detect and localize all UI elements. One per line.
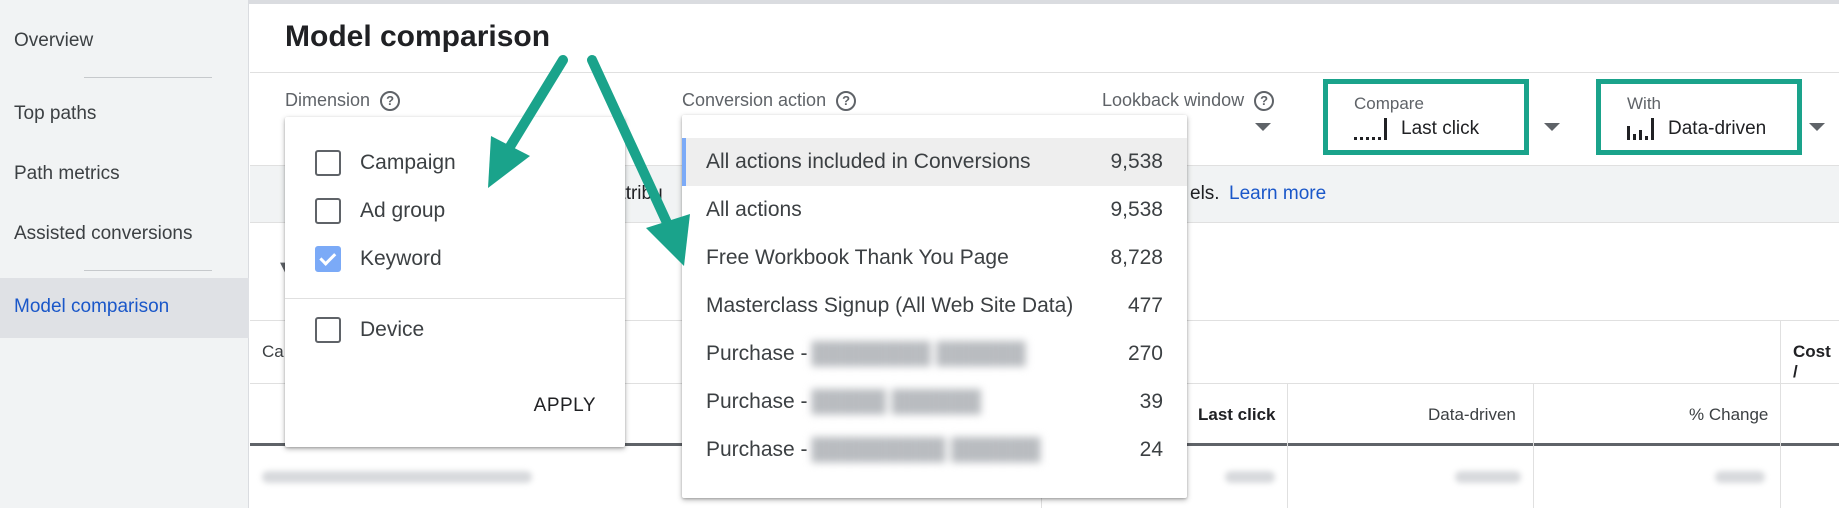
with-value-text: Data-driven bbox=[1668, 118, 1767, 139]
conversion-option[interactable]: Masterclass Signup (All Web Site Data) 4… bbox=[682, 282, 1187, 330]
popup-divider bbox=[285, 298, 625, 299]
conversion-option[interactable]: Free Workbook Thank You Page 8,728 bbox=[682, 234, 1187, 282]
dimension-option-keyword[interactable]: Keyword bbox=[315, 246, 442, 272]
column-header-last-click[interactable]: Last click bbox=[1198, 405, 1276, 425]
sidebar-divider bbox=[84, 77, 212, 78]
conversion-option-count: 8,728 bbox=[1110, 246, 1163, 269]
compare-value-text: Last click bbox=[1401, 118, 1480, 139]
conversion-option-name: Masterclass Signup (All Web Site Data) bbox=[706, 294, 1074, 317]
redacted-text: █████ ██████ bbox=[811, 390, 982, 413]
conversion-label-text: Conversion action bbox=[682, 90, 827, 110]
conversion-option-count: 39 bbox=[1139, 390, 1163, 413]
help-icon[interactable]: ? bbox=[1254, 90, 1275, 111]
lookback-label-text: Lookback window bbox=[1102, 90, 1245, 110]
conversion-option-count: 270 bbox=[1127, 342, 1163, 365]
top-border bbox=[0, 0, 1839, 4]
lookback-dropdown-caret-icon[interactable] bbox=[1255, 123, 1271, 131]
apply-button[interactable]: APPLY bbox=[534, 395, 596, 417]
with-dropdown-caret-icon[interactable] bbox=[1809, 123, 1825, 131]
sidebar-divider bbox=[84, 270, 212, 271]
compare-dropdown-caret-icon[interactable] bbox=[1544, 123, 1560, 131]
redacted-cell bbox=[1455, 471, 1521, 483]
compare-value: Last click bbox=[1354, 118, 1479, 140]
conversion-action-popup: All actions included in Conversions 9,53… bbox=[682, 115, 1187, 498]
redacted-text: ████████ ██████ bbox=[811, 342, 1026, 365]
checkbox[interactable] bbox=[315, 150, 341, 176]
sidebar-item-model-comparison[interactable]: Model comparison bbox=[14, 296, 169, 318]
data-driven-model-icon bbox=[1627, 118, 1654, 140]
column-divider bbox=[1780, 320, 1781, 508]
sidebar: Overview Top paths Path metrics Assisted… bbox=[0, 0, 249, 508]
option-label: Campaign bbox=[360, 151, 456, 174]
learn-more-link[interactable]: Learn more bbox=[1229, 183, 1326, 205]
option-label: Keyword bbox=[360, 247, 442, 270]
conversion-option-name: Purchase - ████████ ██████ bbox=[706, 342, 1026, 365]
conversion-option[interactable]: Purchase - █████████ ██████ 24 bbox=[682, 426, 1187, 474]
conversion-option[interactable]: Purchase - █████ ██████ 39 bbox=[682, 378, 1187, 426]
checkbox[interactable] bbox=[315, 198, 341, 224]
option-label: Device bbox=[360, 318, 425, 341]
conversion-option-name: Purchase - █████ ██████ bbox=[706, 390, 982, 413]
checkbox-checked[interactable] bbox=[315, 246, 341, 272]
dimension-popup: Campaign Ad group Keyword Device APPLY bbox=[285, 117, 625, 447]
with-label: With bbox=[1627, 94, 1661, 113]
with-value: Data-driven bbox=[1627, 118, 1766, 140]
notice-text-fragment: els. bbox=[1190, 183, 1220, 204]
conversion-filter-label[interactable]: Conversion action ? bbox=[682, 90, 857, 111]
redacted-text: █████████ ██████ bbox=[811, 438, 1041, 461]
redacted-cell bbox=[1225, 471, 1275, 483]
sidebar-item-overview[interactable]: Overview bbox=[14, 30, 93, 52]
checkbox[interactable] bbox=[315, 317, 341, 343]
compare-label: Compare bbox=[1354, 94, 1424, 113]
column-divider bbox=[1287, 383, 1288, 508]
redacted-cell bbox=[262, 471, 532, 483]
redacted-cell bbox=[1715, 471, 1765, 483]
conversion-option[interactable]: All actions 9,538 bbox=[682, 186, 1187, 234]
conversion-option-name: Purchase - █████████ ██████ bbox=[706, 438, 1041, 461]
conversion-option[interactable]: All actions included in Conversions 9,53… bbox=[682, 138, 1187, 186]
help-icon[interactable]: ? bbox=[380, 90, 401, 111]
dimension-option-ad-group[interactable]: Ad group bbox=[315, 198, 445, 224]
sidebar-item-assisted-conversions[interactable]: Assisted conversions bbox=[14, 223, 192, 245]
dimension-option-campaign[interactable]: Campaign bbox=[315, 150, 456, 176]
with-model-selector[interactable]: With Data-driven bbox=[1596, 79, 1802, 155]
conversion-option[interactable]: Purchase - ████████ ██████ 270 bbox=[682, 330, 1187, 378]
help-icon[interactable]: ? bbox=[836, 90, 857, 111]
sidebar-item-path-metrics[interactable]: Path metrics bbox=[14, 163, 120, 185]
conversion-option-name: All actions bbox=[706, 198, 802, 221]
conversion-option-name: All actions included in Conversions bbox=[706, 150, 1031, 173]
conversion-option-count: 9,538 bbox=[1110, 150, 1163, 173]
column-header-fragment: Ca bbox=[262, 342, 284, 361]
dimension-filter-label[interactable]: Dimension ? bbox=[285, 90, 401, 111]
last-click-model-icon bbox=[1354, 118, 1387, 140]
page-title: Model comparison bbox=[285, 20, 551, 53]
header-divider bbox=[250, 72, 1839, 73]
dimension-label-text: Dimension bbox=[285, 90, 371, 110]
conversion-option-count: 477 bbox=[1127, 294, 1163, 317]
column-header-cost[interactable]: Cost / bbox=[1793, 342, 1839, 382]
sidebar-item-top-paths[interactable]: Top paths bbox=[14, 103, 96, 125]
column-header-change[interactable]: % Change bbox=[1689, 405, 1768, 425]
dimension-option-device[interactable]: Device bbox=[315, 317, 424, 343]
conversion-option-count: 9,538 bbox=[1110, 198, 1163, 221]
option-label: Ad group bbox=[360, 199, 446, 222]
conversion-option-name: Free Workbook Thank You Page bbox=[706, 246, 1009, 269]
column-divider bbox=[1533, 383, 1534, 508]
compare-model-selector[interactable]: Compare Last click bbox=[1323, 79, 1529, 155]
column-header-data-driven[interactable]: Data-driven bbox=[1428, 405, 1516, 425]
lookback-filter-label[interactable]: Lookback window ? bbox=[1102, 90, 1275, 111]
conversion-option-count: 24 bbox=[1139, 438, 1163, 461]
